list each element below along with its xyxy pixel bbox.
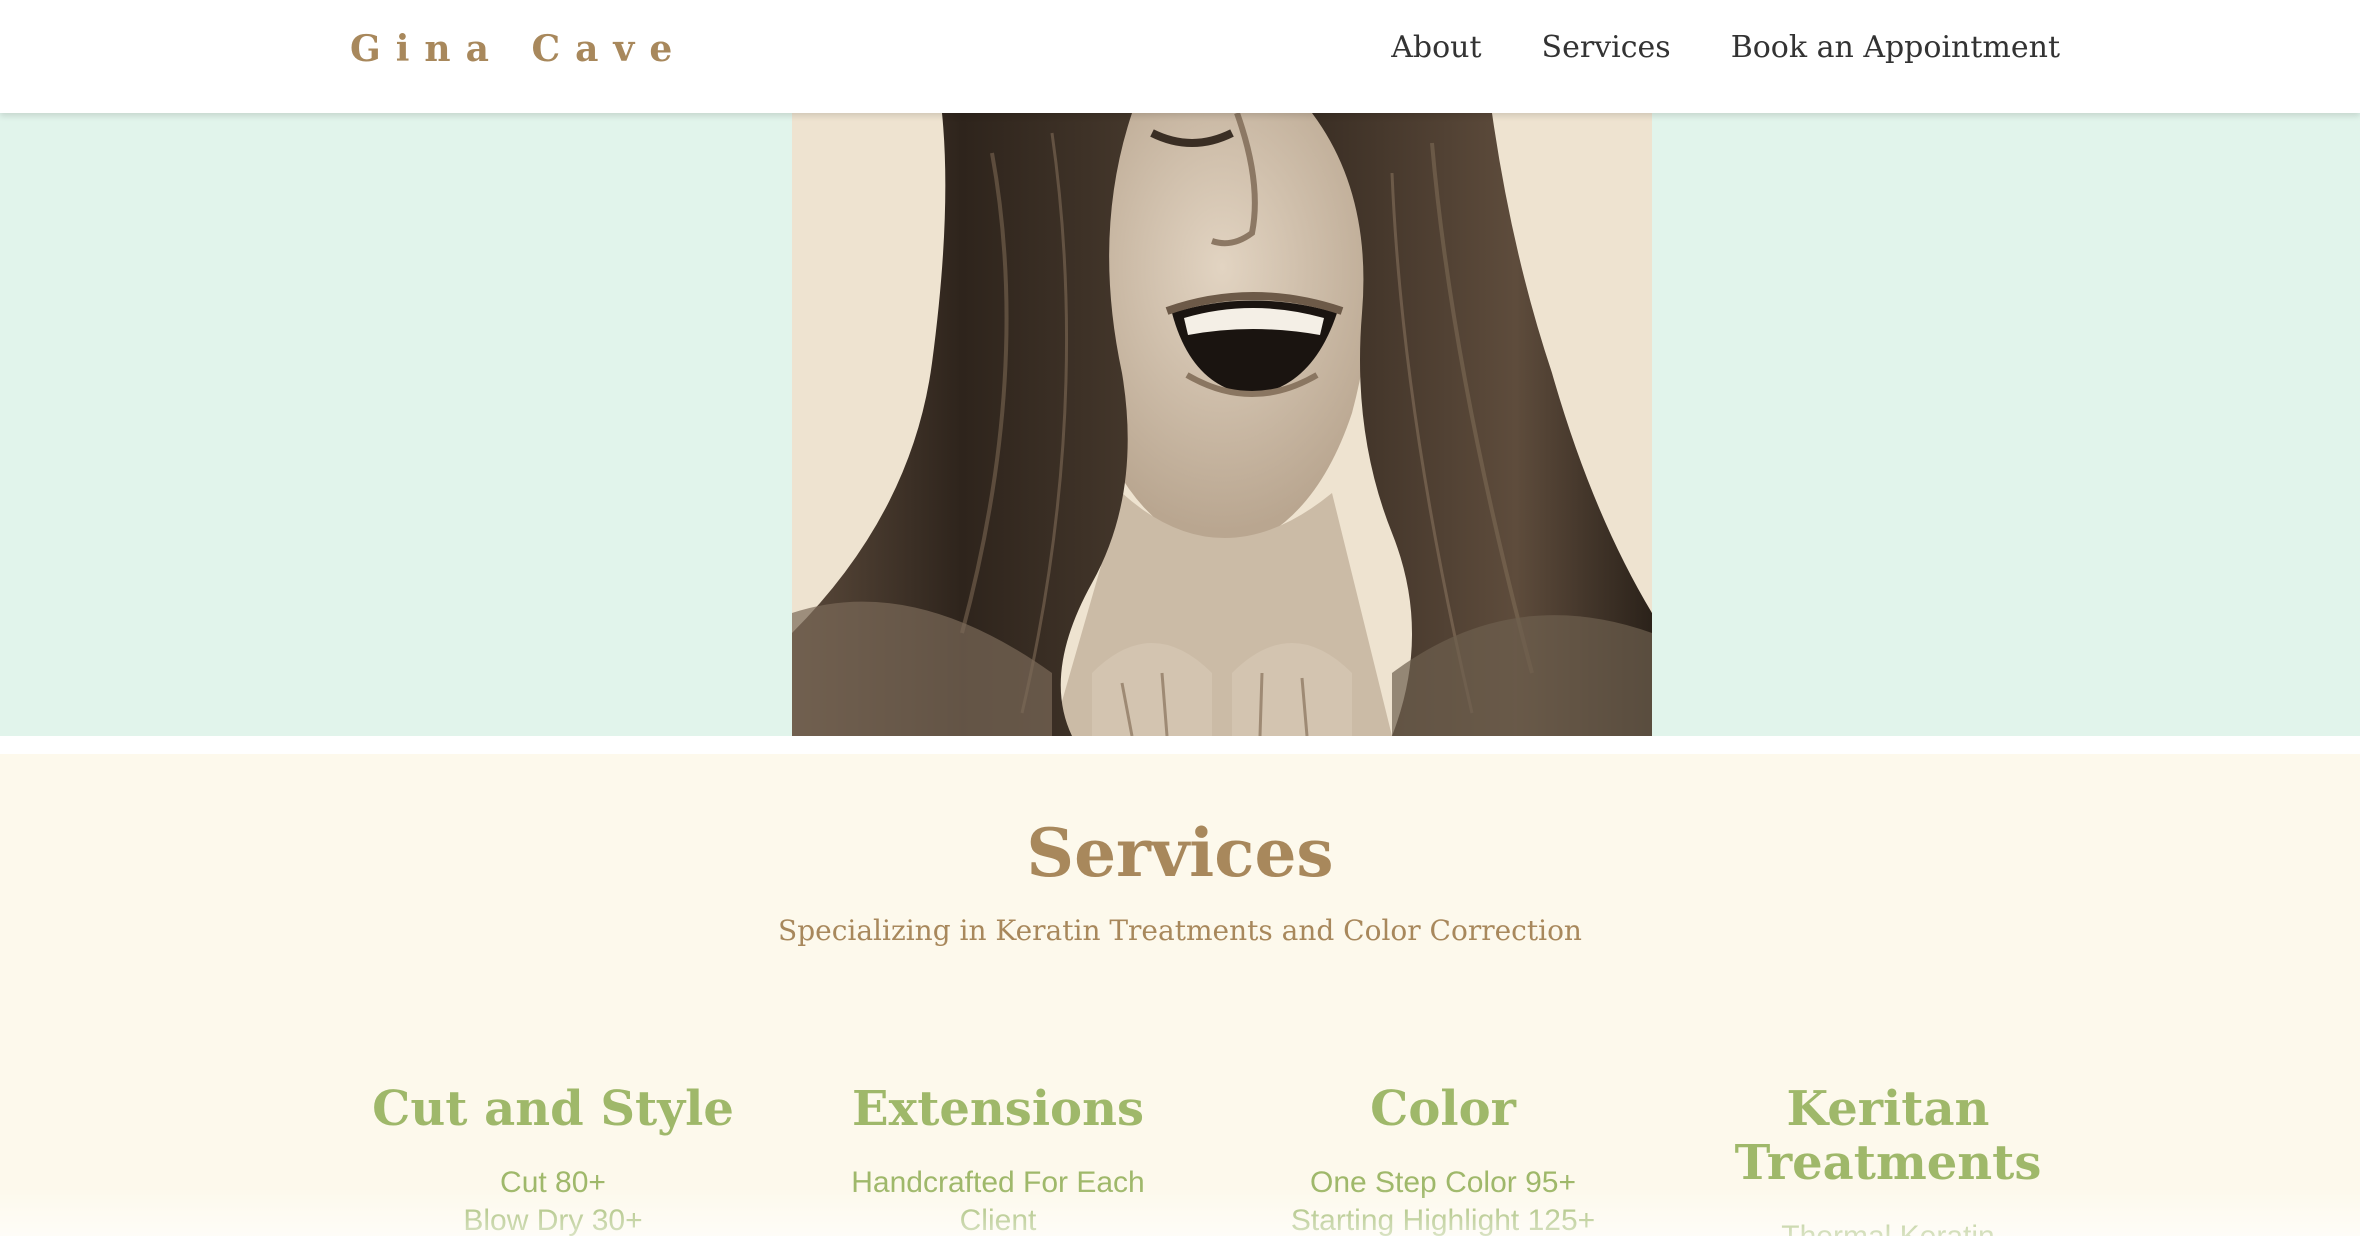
section-divider: [0, 736, 2360, 754]
services-title: Services: [1026, 814, 1334, 892]
services-subtitle: Specializing in Keratin Treatments and C…: [778, 914, 1582, 947]
service-keritan-treatments: Keritan Treatments Thermal Keratin: [1693, 1082, 2083, 1236]
nav-services[interactable]: Services: [1542, 30, 1671, 65]
hero-image: [792, 113, 1652, 736]
service-item: Blow Dry 30+: [463, 1204, 643, 1236]
nav-about[interactable]: About: [1391, 30, 1481, 65]
service-item: Cut 80+: [500, 1166, 606, 1199]
service-item: Handcrafted For Each: [851, 1166, 1145, 1199]
main-nav: About Services Book an Appointment: [1391, 30, 2060, 65]
service-heading: Cut and Style: [372, 1081, 734, 1137]
service-item: One Step Color 95+: [1309, 1166, 1576, 1199]
service-color: Color One Step Color 95+ Starting Highli…: [1248, 1082, 1638, 1236]
service-list: Handcrafted For Each Client: [803, 1164, 1193, 1236]
service-list: Cut 80+ Blow Dry 30+: [358, 1164, 748, 1236]
site-header: Gina Cave About Services Book an Appoint…: [0, 0, 2360, 113]
service-heading: Extensions: [851, 1081, 1144, 1137]
service-list: Thermal Keratin: [1693, 1218, 2083, 1236]
service-cut-and-style: Cut and Style Cut 80+ Blow Dry 30+: [358, 1082, 748, 1236]
site-logo[interactable]: Gina Cave: [350, 28, 687, 70]
services-section: Services Specializing in Keratin Treatme…: [0, 754, 2360, 1236]
service-heading: Color: [1370, 1081, 1516, 1137]
hero-section: [0, 113, 2360, 736]
nav-book-appointment[interactable]: Book an Appointment: [1731, 30, 2060, 65]
service-item: Client: [959, 1204, 1037, 1236]
service-item: Starting Highlight 125+: [1290, 1204, 1596, 1236]
service-item: Thermal Keratin: [1693, 1218, 2083, 1236]
service-list: One Step Color 95+ Starting Highlight 12…: [1248, 1164, 1638, 1236]
service-extensions: Extensions Handcrafted For Each Client: [803, 1082, 1193, 1236]
service-heading: Keritan Treatments: [1734, 1081, 2042, 1191]
